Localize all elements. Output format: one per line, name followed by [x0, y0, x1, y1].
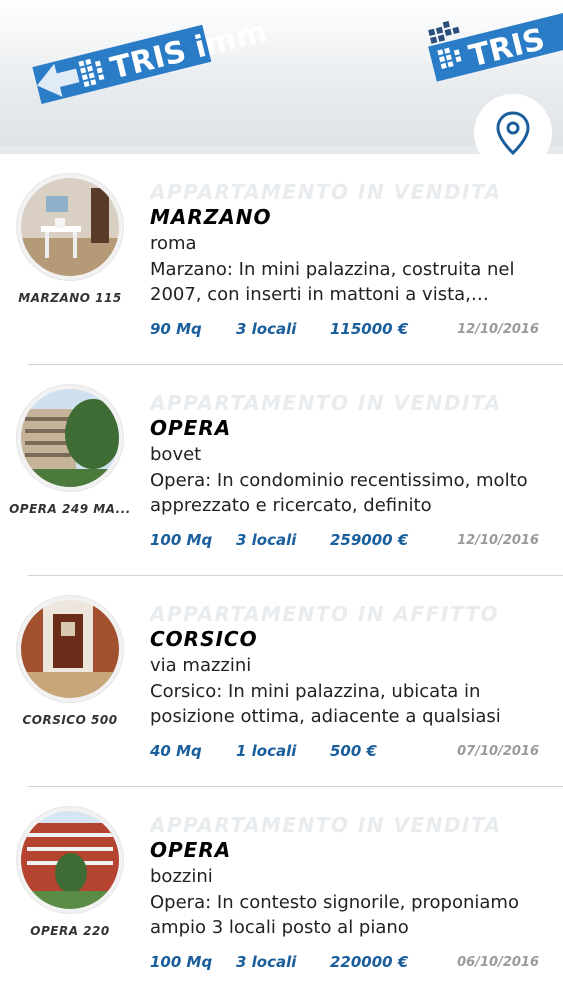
logo-left-text: TRIS imm [107, 14, 270, 87]
listing-price: 500 € [330, 742, 377, 760]
listing-rooms: 3 locali [236, 531, 297, 549]
listing-city: OPERA [150, 416, 232, 440]
listing-list: MARZANO 115 APPARTAMENTO IN VENDITA MARZ… [0, 154, 563, 998]
logo-right-text: TRIS [466, 22, 549, 74]
listing-description: Marzano: In mini palazzina, costruita ne… [150, 259, 515, 305]
listing-rooms: 3 locali [236, 320, 297, 338]
listing-type: APPARTAMENTO IN AFFITTO [150, 602, 500, 626]
listing-description: Opera: In condominio recentissimo, molto… [150, 470, 528, 516]
listing-type: APPARTAMENTO IN VENDITA [150, 180, 502, 204]
listing-description: Corsico: In mini palazzina, ubicata in p… [150, 681, 501, 727]
listing-area: 100 Mq [150, 953, 213, 971]
listing-ref: CORSICO 500 [22, 713, 118, 727]
listing-city: MARZANO [150, 205, 272, 229]
listing-rooms: 1 locali [236, 742, 297, 760]
listing-area: 90 Mq [150, 320, 202, 338]
listing-street: bovet [150, 444, 202, 465]
listing-date: 06/10/2016 [457, 955, 539, 970]
listing-ref: OPERA 220 [30, 924, 110, 938]
listing-item[interactable]: MARZANO 115 APPARTAMENTO IN VENDITA MARZ… [0, 154, 563, 365]
listing-type: APPARTAMENTO IN VENDITA [150, 391, 502, 415]
listing-area: 100 Mq [150, 531, 213, 549]
listing-ref: MARZANO 115 [18, 291, 122, 305]
listing-date: 12/10/2016 [457, 533, 539, 548]
tris-logo-right: TRIS [428, 5, 563, 82]
listing-item[interactable]: OPERA 249 MA... APPARTAMENTO IN VENDITA … [0, 365, 563, 576]
listing-ref: OPERA 249 MA... [9, 502, 131, 516]
tris-logo: TRIS imm [32, 14, 270, 104]
listing-item[interactable]: OPERA 220 APPARTAMENTO IN VENDITA OPERA … [0, 787, 563, 998]
listing-price: 220000 € [330, 953, 409, 971]
listing-street: bozzini [150, 866, 213, 887]
listing-date: 07/10/2016 [457, 744, 539, 759]
listing-city: OPERA [150, 838, 232, 862]
listing-street: via mazzini [150, 655, 252, 676]
listing-price: 115000 € [330, 320, 409, 338]
listing-photo [17, 174, 123, 280]
listing-item[interactable]: CORSICO 500 APPARTAMENTO IN AFFITTO CORS… [0, 576, 563, 787]
listing-rooms: 3 locali [236, 953, 297, 971]
listing-photo [17, 596, 123, 702]
listing-photo [17, 807, 123, 913]
listing-date: 12/10/2016 [457, 322, 539, 337]
listing-area: 40 Mq [150, 742, 202, 760]
listing-photo [17, 385, 123, 491]
listing-street: roma [150, 233, 197, 254]
map-pin-icon [496, 111, 530, 155]
listing-type: APPARTAMENTO IN VENDITA [150, 813, 502, 837]
listing-price: 259000 € [330, 531, 409, 549]
map-button[interactable] [474, 94, 552, 172]
listing-city: CORSICO [150, 627, 258, 651]
listing-description: Opera: In contesto signorile, proponiamo… [150, 892, 519, 938]
